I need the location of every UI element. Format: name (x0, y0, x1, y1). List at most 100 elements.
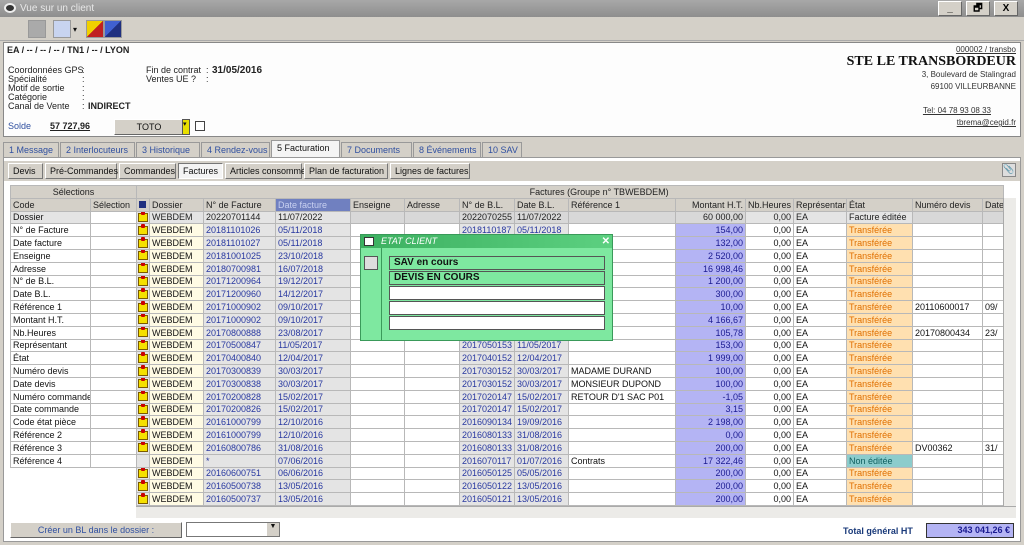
previous-client-icon[interactable] (86, 20, 104, 38)
selection-row[interactable]: Numéro devis (10, 364, 137, 378)
invoice-row[interactable]: WEBDEM 20170300839 30/03/2017 2017030152 30/… (136, 364, 1005, 378)
selection-row[interactable]: Date facture (10, 236, 137, 250)
selection-row[interactable]: Représentant (10, 338, 137, 353)
subtab-commandes[interactable]: Commandes (119, 163, 176, 179)
selection-row[interactable] (10, 467, 137, 480)
selection-value[interactable] (90, 223, 137, 238)
selection-row[interactable]: Enseigne (10, 248, 137, 263)
selection-code[interactable]: Date B.L. (10, 287, 91, 302)
create-bl-button[interactable]: Créer un BL dans le dossier : (10, 522, 182, 538)
invoice-row[interactable]: WEBDEM 20170300838 30/03/2017 2017030152 30/… (136, 376, 1005, 391)
selection-row[interactable]: État (10, 351, 137, 366)
col-référence-1[interactable]: Référence 1 (568, 197, 676, 212)
next-client-icon[interactable] (104, 20, 122, 38)
selection-row[interactable]: N° de B.L. (10, 274, 137, 289)
tab-documents[interactable]: 7 Documents (341, 142, 412, 157)
selection-code[interactable]: N° de Facture (10, 223, 91, 238)
selection-row[interactable]: Montant H.T. (10, 312, 137, 327)
col-n-de-facture[interactable]: N° de Facture (203, 197, 276, 212)
selection-code[interactable]: Enseigne (10, 248, 91, 263)
invoice-status-icon[interactable] (136, 261, 150, 276)
invoice-status-icon[interactable] (136, 351, 150, 366)
selection-value[interactable] (90, 300, 137, 314)
col-adresse[interactable]: Adresse (404, 197, 460, 212)
selection-code[interactable]: Date devis (10, 376, 91, 391)
selection-row[interactable]: Référence 1 (10, 300, 137, 314)
tab-rendez-vous[interactable]: 4 Rendez-vous (201, 142, 270, 157)
tab-facturation[interactable]: 5 Facturation (271, 140, 340, 157)
invoice-status-icon[interactable] (136, 440, 150, 455)
col-date-b-l-[interactable]: Date B.L. (514, 197, 569, 212)
invoice-status-icon[interactable] (136, 389, 150, 404)
invoice-status-icon[interactable] (136, 453, 150, 468)
selection-value[interactable] (90, 236, 137, 250)
invoice-status-icon[interactable] (136, 300, 150, 314)
selection-row[interactable] (10, 505, 137, 519)
invoice-status-icon[interactable] (136, 415, 150, 430)
invoice-status-icon[interactable] (136, 428, 150, 442)
invoice-row[interactable]: WEBDEM 20220701144 11/07/2022 2022070255 11/… (136, 210, 1005, 225)
selection-value[interactable] (90, 261, 137, 276)
invoice-status-icon[interactable] (136, 492, 150, 506)
selection-row[interactable]: N° de Facture (10, 223, 137, 238)
selection-row[interactable]: Nb.Heures (10, 325, 137, 340)
selection-code[interactable]: Nb.Heures (10, 325, 91, 340)
subtab-devis[interactable]: Devis (8, 163, 43, 179)
col-n-de-b-l-[interactable]: N° de B.L. (459, 197, 515, 212)
selection-code[interactable]: Adresse (10, 261, 91, 276)
invoice-status-icon[interactable] (136, 210, 150, 225)
selection-value[interactable] (90, 402, 137, 417)
email-link[interactable]: tbrema@cegid.fr (847, 118, 1016, 127)
tab-sav[interactable]: 10 SAV (482, 142, 522, 157)
selection-code[interactable] (10, 467, 91, 480)
subtab-articles-consommés[interactable]: Articles consommés (225, 163, 311, 179)
selection-value[interactable] (90, 338, 137, 353)
selection-row[interactable] (10, 492, 137, 506)
selection-row[interactable]: Numéro commande (10, 389, 137, 404)
invoice-status-icon[interactable] (136, 402, 150, 417)
invoice-status-icon[interactable] (136, 466, 150, 481)
selection-value[interactable] (90, 467, 137, 480)
tab-historique[interactable]: 3 Historique (136, 142, 200, 157)
selection-row[interactable]: Date B.L. (10, 287, 137, 302)
invoice-status-icon[interactable] (136, 274, 150, 289)
col-représentar[interactable]: Représentar (793, 197, 847, 212)
selection-value[interactable] (90, 248, 137, 263)
col-numéro-devis[interactable]: Numéro devis (912, 197, 983, 212)
selection-code[interactable]: Date commande (10, 402, 91, 417)
vertical-scrollbar[interactable] (1003, 198, 1016, 506)
user-combo-dropdown-icon[interactable]: ▾ (182, 119, 190, 135)
col-dossier[interactable]: Dossier (149, 197, 204, 212)
selection-value[interactable] (90, 415, 137, 430)
selection-code[interactable]: Dossier (10, 210, 91, 225)
selection-value[interactable] (90, 210, 137, 225)
col-nb-heures[interactable]: Nb.Heures (745, 197, 794, 212)
user-combo[interactable]: TOTO (114, 119, 184, 135)
invoice-row[interactable]: WEBDEM * 07/06/2016 2016070117 01/07/2016 Con… (136, 453, 1005, 468)
client-code-link[interactable]: 000002 / transbo (847, 45, 1016, 54)
tab-message[interactable]: 1 Message (3, 142, 59, 157)
selection-code[interactable] (10, 505, 91, 519)
tab-interlocuteurs[interactable]: 2 Interlocuteurs (60, 142, 135, 157)
selection-code[interactable]: Numéro devis (10, 364, 91, 378)
selection-value[interactable] (90, 492, 137, 506)
selection-code[interactable]: Montant H.T. (10, 312, 91, 327)
invoice-row[interactable]: WEBDEM 20161000799 12/10/2016 2016080133 31/… (136, 428, 1005, 442)
col-enseigne[interactable]: Enseigne (350, 197, 405, 212)
selection-value[interactable] (90, 479, 137, 493)
chevron-down-icon[interactable]: ▼ (267, 523, 279, 536)
phone-link[interactable]: Tel: 04 78 93 08 33 (847, 106, 991, 115)
selection-row[interactable] (10, 479, 137, 493)
col-état[interactable]: État (846, 197, 913, 212)
col-montant-h-t-[interactable]: Montant H.T. (675, 197, 746, 212)
selection-code[interactable]: Numéro commande (10, 389, 91, 404)
selection-code[interactable] (10, 492, 91, 506)
selection-value[interactable] (90, 453, 137, 468)
selection-code[interactable]: Référence 2 (10, 428, 91, 442)
selection-row[interactable]: Adresse (10, 261, 137, 276)
invoice-status-icon[interactable] (136, 364, 150, 378)
selection-value[interactable] (90, 325, 137, 340)
selection-value[interactable] (90, 389, 137, 404)
selection-value[interactable] (90, 274, 137, 289)
select-all-icon[interactable] (136, 197, 150, 212)
